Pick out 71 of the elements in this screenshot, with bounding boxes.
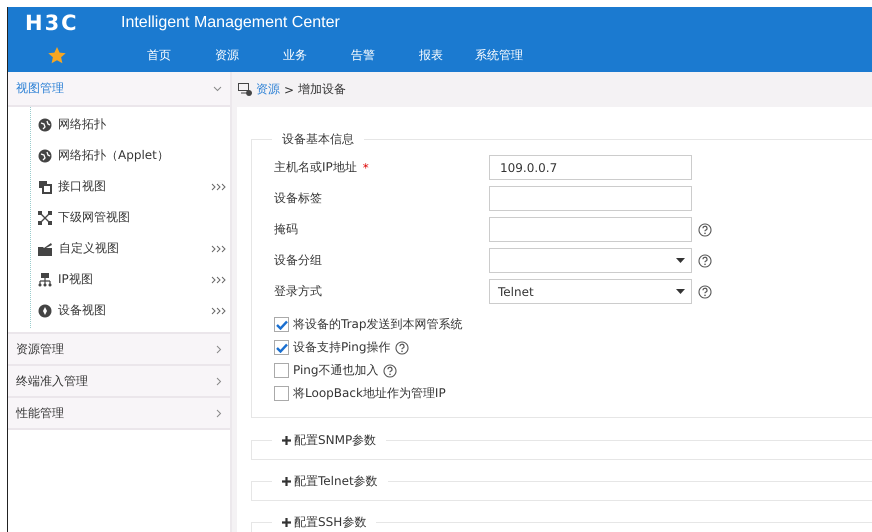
dropdown[interactable]: Telnet (489, 279, 692, 304)
checkbox[interactable] (274, 340, 289, 355)
breadcrumb-separator: > (284, 82, 294, 96)
sidebar-group[interactable]: 终端准入管理 (8, 366, 230, 398)
nav-tab[interactable]: 告警 (329, 46, 397, 64)
help-icon[interactable] (698, 284, 712, 298)
device-icon (38, 304, 52, 318)
section-title: 设备基本信息 (281, 131, 355, 148)
chevron-right-icon (216, 408, 222, 418)
field-label: 掩码 (274, 221, 298, 238)
checkbox[interactable] (274, 317, 289, 332)
checkbox-label: Ping不通也加入 (293, 362, 379, 379)
text-field[interactable] (489, 217, 692, 242)
required-mark: * (362, 160, 369, 174)
star-icon[interactable] (48, 46, 66, 64)
globe-icon (38, 118, 52, 132)
plus-icon (282, 436, 291, 445)
breadcrumb-current: 增加设备 (298, 81, 346, 98)
field-label: 主机名或IP地址 (274, 159, 357, 176)
sidebar-item[interactable]: 自定义视图 (8, 233, 230, 264)
plus-icon (282, 477, 291, 486)
text-field[interactable]: 109.0.0.7 (489, 155, 692, 180)
sidebar-item[interactable]: 网络拓扑 (8, 109, 230, 140)
help-icon[interactable] (698, 254, 712, 268)
expand-arrows-icon[interactable] (211, 306, 226, 314)
nav-tab[interactable]: 系统管理 (465, 46, 533, 64)
help-icon[interactable] (394, 340, 409, 354)
folder-icon (38, 242, 53, 256)
plus-icon (282, 518, 291, 527)
chevron-down-icon (213, 86, 222, 92)
field-label: 设备标签 (274, 190, 322, 207)
sidebar-item[interactable]: IP视图 (8, 264, 230, 295)
text-field[interactable] (489, 186, 692, 211)
sidebar-item[interactable]: 下级网管视图 (8, 202, 230, 233)
section-toggle[interactable]: 配置SNMP参数 (272, 432, 386, 449)
chevron-right-icon (216, 344, 222, 354)
logo: H3C (25, 10, 80, 34)
section-toggle[interactable]: 配置SSH参数 (272, 514, 376, 531)
sidebar-group[interactable]: 资源管理 (8, 334, 230, 366)
chevron-right-icon (216, 376, 222, 386)
app-title: Intelligent Management Center (121, 14, 340, 32)
caret-icon (676, 289, 685, 294)
nodes-icon (38, 210, 52, 224)
nav-tab[interactable]: 业务 (261, 46, 329, 64)
expand-arrows-icon[interactable] (211, 244, 226, 252)
caret-icon (676, 258, 685, 263)
checkbox-label: 将LoopBack地址作为管理IP (293, 385, 446, 402)
sidebar-item[interactable]: 接口视图 (8, 171, 230, 202)
network-icon (38, 272, 52, 286)
expand-arrows-icon[interactable] (211, 276, 226, 284)
checkbox-label: 设备支持Ping操作 (293, 339, 391, 356)
section-toggle[interactable]: 配置Telnet参数 (272, 473, 388, 490)
breadcrumb-link[interactable]: 资源 (256, 81, 280, 98)
nav-tab[interactable]: 资源 (193, 46, 261, 64)
expand-arrows-icon[interactable] (211, 182, 226, 190)
sidebar-item[interactable]: 网络拓扑（Applet） (8, 140, 230, 171)
field-label: 设备分组 (274, 252, 322, 269)
sidebar-item[interactable]: 设备视图 (8, 295, 230, 326)
globe-icon (38, 148, 52, 162)
field-label: 登录方式 (274, 283, 322, 300)
nav-tab[interactable]: 报表 (397, 46, 465, 64)
nav-tab[interactable]: 首页 (125, 46, 193, 64)
sidebar-group[interactable]: 性能管理 (8, 398, 230, 430)
sidebar-group[interactable]: 视图管理 (8, 72, 230, 107)
device-add-icon (238, 83, 252, 96)
help-icon[interactable] (382, 364, 397, 378)
checkbox[interactable] (274, 386, 289, 401)
checkbox[interactable] (274, 363, 289, 378)
windows-icon (38, 180, 52, 194)
help-icon[interactable] (698, 222, 712, 236)
checkbox-label: 将设备的Trap发送到本网管系统 (293, 316, 462, 333)
